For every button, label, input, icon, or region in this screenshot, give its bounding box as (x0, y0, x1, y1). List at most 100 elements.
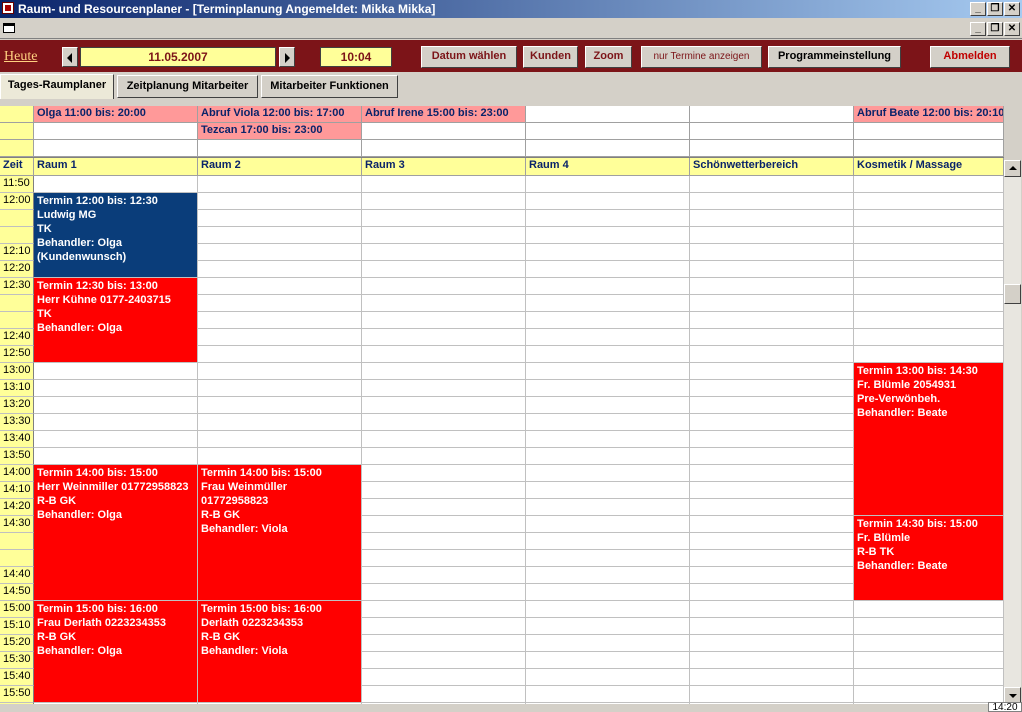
slot-cell[interactable] (690, 312, 854, 329)
slot-cell[interactable] (198, 363, 362, 380)
slot-cell[interactable] (854, 176, 1004, 193)
slot-cell[interactable] (854, 652, 1004, 669)
slot-cell[interactable] (526, 431, 690, 448)
slot-cell[interactable] (526, 363, 690, 380)
slot-cell[interactable] (526, 193, 690, 210)
document-icon[interactable] (3, 23, 15, 33)
slot-cell[interactable] (690, 193, 854, 210)
slot-cell[interactable] (362, 278, 526, 295)
slot-cell[interactable] (854, 227, 1004, 244)
slot-cell[interactable] (198, 227, 362, 244)
slot-cell[interactable] (690, 686, 854, 703)
slot-cell[interactable] (690, 516, 854, 533)
slot-cell[interactable] (526, 482, 690, 499)
slot-cell[interactable] (362, 227, 526, 244)
staff-shift-cell[interactable]: Olga 11:00 bis: 20:00 (34, 106, 198, 123)
slot-cell[interactable] (362, 516, 526, 533)
slot-cell[interactable] (198, 397, 362, 414)
slot-cell[interactable] (690, 329, 854, 346)
slot-cell[interactable] (198, 278, 362, 295)
staff-shift-cell[interactable]: Abruf Beate 12:00 bis: 20:10 (854, 106, 1004, 123)
slot-cell[interactable] (34, 176, 198, 193)
slot-cell[interactable] (362, 482, 526, 499)
next-day-button[interactable] (279, 47, 295, 67)
slot-cell[interactable] (854, 210, 1004, 227)
staff-shift-cell[interactable] (854, 123, 1004, 140)
slot-cell[interactable] (198, 312, 362, 329)
slot-cell[interactable] (34, 431, 198, 448)
slot-cell[interactable] (34, 414, 198, 431)
slot-cell[interactable] (362, 465, 526, 482)
appointment[interactable]: Termin 15:00 bis: 16:00 Frau Derlath 0223… (34, 601, 198, 703)
close-button[interactable]: ✕ (1004, 2, 1020, 16)
slot-cell[interactable] (362, 533, 526, 550)
staff-shift-cell[interactable] (198, 140, 362, 157)
slot-cell[interactable] (362, 244, 526, 261)
slot-cell[interactable] (198, 448, 362, 465)
slot-cell[interactable] (690, 499, 854, 516)
slot-cell[interactable] (526, 448, 690, 465)
slot-cell[interactable] (362, 584, 526, 601)
slot-cell[interactable] (690, 295, 854, 312)
vertical-scrollbar[interactable] (1004, 160, 1021, 704)
slot-cell[interactable] (690, 465, 854, 482)
slot-cell[interactable] (34, 380, 198, 397)
scroll-thumb[interactable] (1004, 284, 1021, 304)
slot-cell[interactable] (34, 397, 198, 414)
slot-cell[interactable] (526, 210, 690, 227)
staff-shift-cell[interactable]: Tezcan 17:00 bis: 23:00 (198, 123, 362, 140)
slot-cell[interactable] (854, 244, 1004, 261)
child-close-button[interactable]: ✕ (1004, 22, 1020, 36)
slot-cell[interactable] (854, 686, 1004, 703)
slot-cell[interactable] (526, 635, 690, 652)
slot-cell[interactable] (690, 669, 854, 686)
staff-shift-cell[interactable] (34, 140, 198, 157)
slot-cell[interactable] (690, 210, 854, 227)
slot-cell[interactable] (526, 703, 690, 704)
appointment[interactable]: Termin 14:00 bis: 15:00 Herr Weinmiller 0… (34, 465, 198, 601)
slot-cell[interactable] (854, 601, 1004, 618)
slot-cell[interactable] (690, 380, 854, 397)
slot-cell[interactable] (526, 414, 690, 431)
slot-cell[interactable] (362, 499, 526, 516)
slot-cell[interactable] (198, 329, 362, 346)
slot-cell[interactable] (690, 244, 854, 261)
today-link[interactable]: Heute (4, 49, 37, 65)
tab-mitarbeiter-funktionen[interactable]: Mitarbeiter Funktionen (261, 75, 398, 98)
slot-cell[interactable] (198, 261, 362, 278)
child-restore-button[interactable]: ❐ (987, 22, 1003, 36)
slot-cell[interactable] (362, 601, 526, 618)
slot-cell[interactable] (198, 295, 362, 312)
slot-cell[interactable] (690, 363, 854, 380)
slot-cell[interactable] (526, 567, 690, 584)
slot-cell[interactable] (526, 618, 690, 635)
appointment[interactable]: Termin 15:00 bis: 16:00 Derlath 022323435… (198, 601, 362, 703)
slot-cell[interactable] (690, 584, 854, 601)
slot-cell[interactable] (854, 635, 1004, 652)
slot-cell[interactable] (198, 176, 362, 193)
slot-cell[interactable] (362, 193, 526, 210)
appointment[interactable]: Termin 12:00 bis: 12:30 Ludwig MG TK Behand… (34, 193, 198, 278)
staff-shift-cell[interactable] (690, 106, 854, 123)
slot-cell[interactable] (198, 244, 362, 261)
slot-cell[interactable] (526, 176, 690, 193)
slot-cell[interactable] (690, 703, 854, 704)
slot-cell[interactable] (362, 295, 526, 312)
staff-shift-cell[interactable] (526, 140, 690, 157)
slot-cell[interactable] (362, 329, 526, 346)
slot-cell[interactable] (362, 261, 526, 278)
slot-cell[interactable] (690, 176, 854, 193)
slot-cell[interactable] (526, 652, 690, 669)
datum-waehlen-button[interactable]: Datum wählen (421, 46, 517, 68)
slot-cell[interactable] (854, 346, 1004, 363)
slot-cell[interactable] (198, 210, 362, 227)
slot-cell[interactable] (362, 414, 526, 431)
slot-cell[interactable] (362, 635, 526, 652)
slot-cell[interactable] (198, 380, 362, 397)
slot-cell[interactable] (362, 176, 526, 193)
slot-cell[interactable] (362, 618, 526, 635)
slot-cell[interactable] (526, 516, 690, 533)
slot-cell[interactable] (690, 618, 854, 635)
slot-cell[interactable] (526, 329, 690, 346)
appointment[interactable]: Termin 14:30 bis: 15:00 Fr. Blümle R-B TK B… (854, 516, 1004, 601)
